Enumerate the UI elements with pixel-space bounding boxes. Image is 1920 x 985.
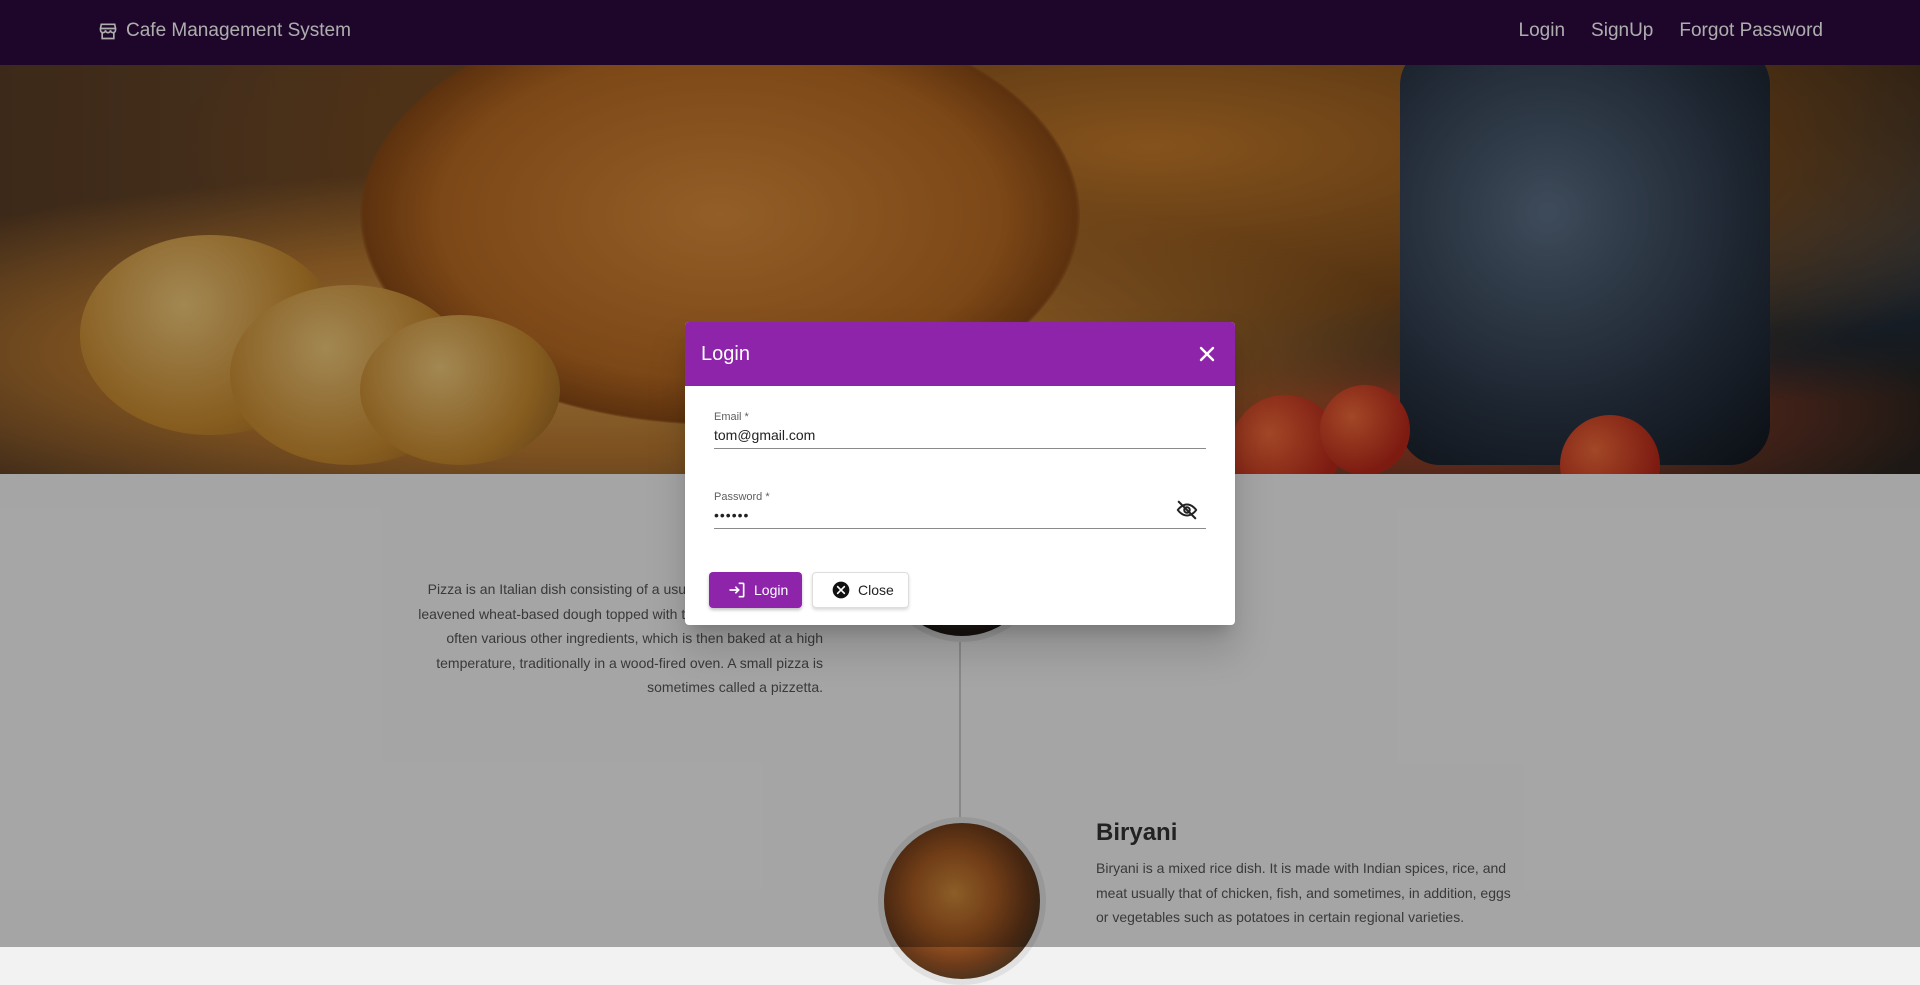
email-label: Email * [714,411,749,423]
close-button-label: Close [858,582,894,598]
email-input[interactable]: tom@gmail.com [714,427,1206,448]
dialog-header: Login [685,322,1235,386]
password-input[interactable]: •••••• [714,507,1206,528]
password-field[interactable]: Password * •••••• [714,491,1206,529]
cancel-icon [832,581,850,599]
login-dialog: Login Email * tom@gmail.com Password * •… [685,322,1235,625]
login-button[interactable]: Login [709,572,803,608]
visibility-off-icon[interactable] [1176,499,1198,521]
dialog-title: Login [701,342,750,365]
password-label: Password * [714,491,770,503]
close-button[interactable]: Close [812,572,909,608]
close-icon[interactable] [1195,342,1219,366]
login-button-label: Login [754,582,789,598]
email-field[interactable]: Email * tom@gmail.com [714,411,1206,449]
login-icon [729,582,745,598]
